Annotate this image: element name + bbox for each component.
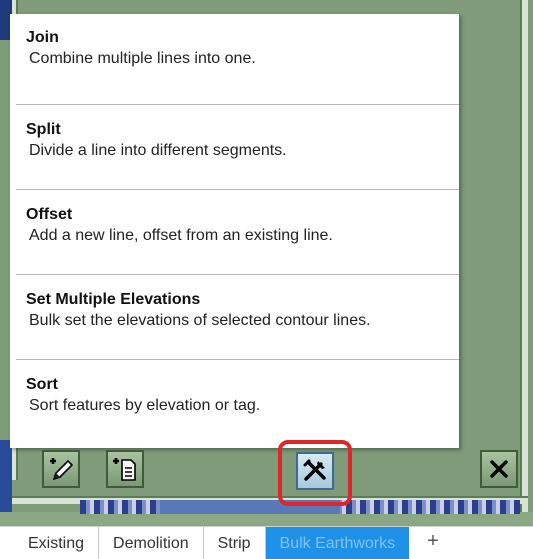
layer-tabs: Existing Demolition Strip Bulk Earthwork… xyxy=(0,526,533,559)
map-frame xyxy=(520,0,528,512)
divider xyxy=(16,189,459,190)
menu-item-title: Set Multiple Elevations xyxy=(26,291,201,308)
map-edge xyxy=(0,440,12,512)
tab-strip[interactable]: Strip xyxy=(204,527,266,559)
menu-item-description: Add a new line, offset from an existing … xyxy=(29,227,333,244)
tools-icon xyxy=(303,459,326,481)
tab-demolition[interactable]: Demolition xyxy=(99,527,204,559)
menu-item-set-multiple-elevations[interactable]: Set Multiple Elevations Bulk set the ele… xyxy=(10,276,459,360)
menu-item-offset[interactable]: Offset Add a new line, offset from an ex… xyxy=(10,191,459,275)
menu-item-title: Join xyxy=(26,29,59,46)
menu-item-title: Split xyxy=(26,121,61,138)
tab-bulk-earthworks[interactable]: Bulk Earthworks xyxy=(265,527,410,559)
add-document-button[interactable] xyxy=(106,450,144,488)
add-line-button[interactable] xyxy=(42,450,80,488)
menu-item-description: Sort features by elevation or tag. xyxy=(29,397,261,414)
menu-item-sort[interactable]: Sort Sort features by elevation or tag. xyxy=(10,361,459,445)
divider xyxy=(16,274,459,275)
menu-item-join[interactable]: Join Combine multiple lines into one. xyxy=(10,14,459,98)
add-pencil-icon xyxy=(50,458,74,481)
menu-item-title: Offset xyxy=(26,206,73,223)
add-tab-button[interactable]: + xyxy=(409,527,453,559)
line-tools-menu: Join Combine multiple lines into one. Sp… xyxy=(10,14,459,448)
close-icon xyxy=(490,460,508,478)
menu-item-title: Sort xyxy=(26,376,58,393)
divider xyxy=(16,104,459,105)
menu-item-description: Divide a line into different segments. xyxy=(29,142,287,159)
menu-item-split[interactable]: Split Divide a line into different segme… xyxy=(10,106,459,190)
add-document-icon xyxy=(113,458,136,481)
menu-item-description: Combine multiple lines into one. xyxy=(29,50,256,67)
line-tools-button[interactable] xyxy=(296,452,334,490)
menu-item-description: Bulk set the elevations of selected cont… xyxy=(29,312,371,329)
tab-existing[interactable]: Existing xyxy=(0,527,100,559)
divider xyxy=(16,359,459,360)
close-button[interactable] xyxy=(480,450,518,488)
screen: Join Combine multiple lines into one. Sp… xyxy=(0,0,533,559)
